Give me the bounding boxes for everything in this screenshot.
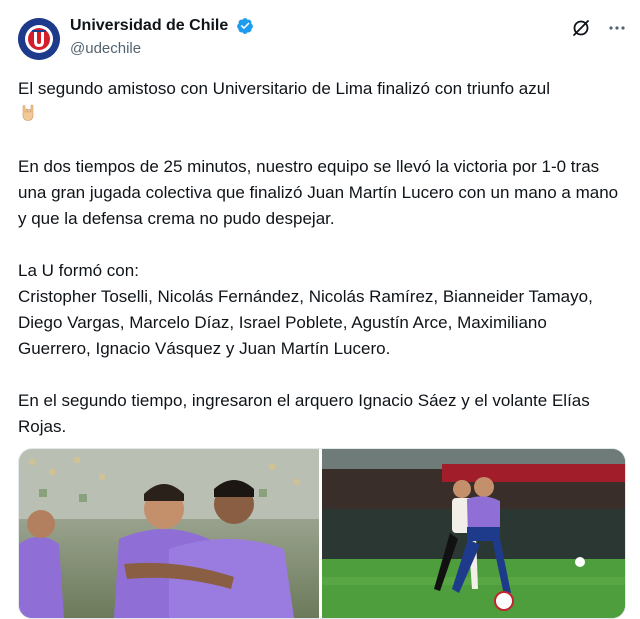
sign-of-the-horns-emoji: [22, 104, 34, 121]
tweet-paragraph-4: En el segundo tiempo, ingresaron el arqu…: [18, 391, 590, 436]
tweet-paragraph-text: El segundo amistoso con Universitario de…: [18, 79, 550, 98]
tweet-paragraph-1: El segundo amistoso con Universitario de…: [18, 76, 624, 128]
tweet-paragraph-3: La U formó con: Cristopher Toselli, Nico…: [18, 258, 624, 362]
tweet-paragraph-2: En dos tiempos de 25 minutos, nuestro eq…: [18, 157, 619, 228]
author-names: Universidad de Chile @udechile: [70, 16, 254, 59]
udechile-crest-icon: [18, 18, 60, 60]
lineup-heading: La U formó con:: [18, 261, 139, 280]
celebration-illustration: [19, 449, 319, 618]
more-button[interactable]: [606, 17, 628, 39]
grok-button[interactable]: [570, 17, 592, 39]
tweet-media: [18, 448, 626, 619]
author-display-name[interactable]: Universidad de Chile: [70, 16, 228, 36]
dribbling-illustration: [322, 449, 625, 618]
avatar[interactable]: [18, 18, 60, 60]
player-dribbling-photo[interactable]: [322, 449, 625, 618]
more-dots-icon: [609, 26, 625, 30]
author-handle[interactable]: @udechile: [70, 39, 254, 59]
tweet-actions: [570, 16, 628, 40]
team-celebration-photo[interactable]: [19, 449, 319, 618]
tweet-text: El segundo amistoso con Universitario de…: [18, 76, 624, 440]
tweet-header: Universidad de Chile @udechile: [18, 16, 628, 60]
verified-badge-icon: [236, 18, 253, 34]
lineup-list: Cristopher Toselli, Nicolás Fernández, N…: [18, 287, 593, 358]
grok-icon: [573, 20, 589, 36]
